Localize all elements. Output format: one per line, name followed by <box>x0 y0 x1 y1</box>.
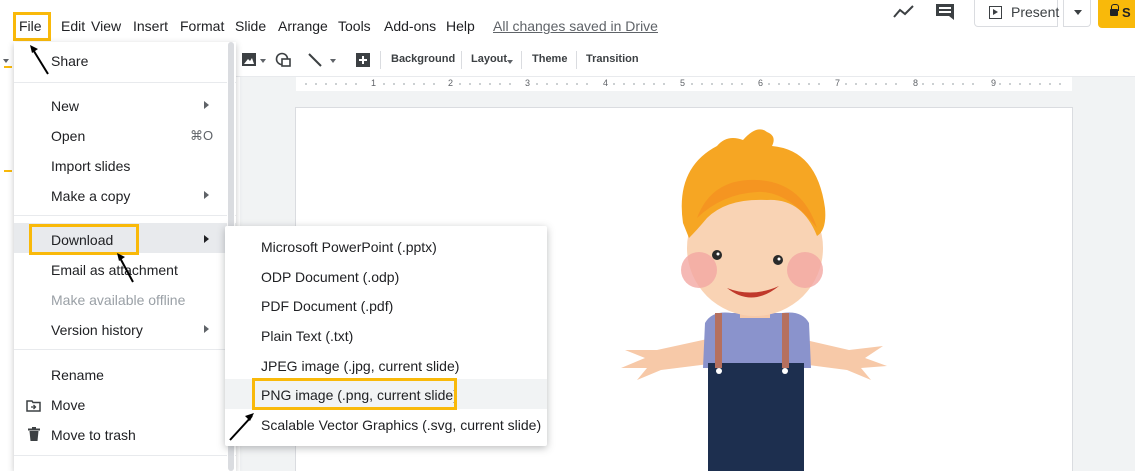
ruler-number: 6 <box>758 78 764 88</box>
ruler-number: 5 <box>680 78 686 88</box>
annotation-arrow-icon <box>30 45 49 75</box>
submenu-item-odp[interactable]: ODP Document (.odp) <box>261 269 399 285</box>
ruler-number: 2 <box>448 78 454 88</box>
saved-status-link[interactable]: All changes saved in Drive <box>493 18 658 34</box>
menu-separator <box>14 349 236 350</box>
submenu-item-txt[interactable]: Plain Text (.txt) <box>261 328 353 344</box>
menu-item-version-history[interactable]: Version history <box>51 322 143 338</box>
menu-item-new[interactable]: New <box>51 98 79 114</box>
submenu-arrow-icon <box>204 325 209 333</box>
menu-item-import-slides[interactable]: Import slides <box>51 158 130 174</box>
image-dropdown-icon[interactable] <box>260 59 266 63</box>
activity-trend-icon[interactable] <box>893 4 915 20</box>
line-dropdown-icon[interactable] <box>330 59 336 63</box>
menu-slide[interactable]: Slide <box>235 18 266 34</box>
layout-button[interactable]: Layout <box>471 53 507 65</box>
toolbar-separator <box>461 51 462 69</box>
comment-icon[interactable] <box>935 3 955 20</box>
line-icon[interactable] <box>307 52 323 68</box>
menu-item-make-offline: Make available offline <box>51 292 186 308</box>
menu-item-open[interactable]: Open <box>51 128 85 144</box>
ruler-number: 3 <box>525 78 531 88</box>
filmstrip-marker <box>4 66 12 68</box>
menu-separator <box>14 455 236 456</box>
menu-addons[interactable]: Add-ons <box>384 18 436 34</box>
menu-view[interactable]: View <box>91 18 121 34</box>
submenu-arrow-icon <box>204 101 209 109</box>
toolbar-separator <box>380 51 381 69</box>
menu-item-move[interactable]: Move <box>51 397 85 413</box>
shape-icon[interactable] <box>275 52 293 68</box>
menu-item-share[interactable]: Share <box>51 53 88 69</box>
submenu-arrow-icon <box>204 235 209 243</box>
menu-item-move-trash[interactable]: Move to trash <box>51 427 136 443</box>
ruler-number: 7 <box>835 78 841 88</box>
menu-arrange[interactable]: Arrange <box>278 18 328 34</box>
menu-separator <box>14 82 236 83</box>
submenu-item-svg[interactable]: Scalable Vector Graphics (.svg, current … <box>261 417 541 433</box>
move-folder-icon <box>26 400 41 412</box>
boy-illustration[interactable] <box>617 118 892 471</box>
menu-edit[interactable]: Edit <box>61 18 85 34</box>
toolbar-separator <box>521 51 522 69</box>
lock-icon <box>1110 4 1119 16</box>
toolbar-separator <box>576 51 577 69</box>
open-shortcut: ⌘O <box>190 128 214 143</box>
left-filmstrip-edge <box>0 42 15 471</box>
menu-insert[interactable]: Insert <box>133 18 168 34</box>
download-submenu: Microsoft PowerPoint (.pptx) ODP Documen… <box>225 226 547 446</box>
filmstrip-marker <box>4 170 12 172</box>
trash-icon <box>28 427 40 441</box>
submenu-item-pptx[interactable]: Microsoft PowerPoint (.pptx) <box>261 239 437 255</box>
file-menu-highlight-box <box>13 12 51 41</box>
menu-item-rename[interactable]: Rename <box>51 367 104 383</box>
menu-help[interactable]: Help <box>446 18 475 34</box>
ruler-number: 8 <box>913 78 919 88</box>
present-dropdown-button[interactable] <box>1063 0 1091 27</box>
ruler-number: 9 <box>991 78 997 88</box>
submenu-arrow-icon <box>204 191 209 199</box>
ruler-number: 1 <box>371 78 377 88</box>
annotation-arrow-icon <box>229 413 254 441</box>
annotation-arrow-icon <box>117 253 134 283</box>
submenu-item-pdf[interactable]: PDF Document (.pdf) <box>261 298 393 314</box>
png-highlight-box <box>252 378 457 410</box>
layout-dropdown-icon <box>507 60 513 64</box>
menu-format[interactable]: Format <box>180 18 224 34</box>
present-button[interactable]: Present <box>974 0 1060 27</box>
ruler-number: 4 <box>603 78 609 88</box>
submenu-item-jpg[interactable]: JPEG image (.jpg, current slide) <box>261 358 459 374</box>
present-icon <box>989 6 1002 19</box>
theme-button[interactable]: Theme <box>532 53 567 65</box>
present-label: Present <box>1011 4 1060 20</box>
transition-button[interactable]: Transition <box>586 53 639 65</box>
menu-tools[interactable]: Tools <box>338 18 371 34</box>
background-button[interactable]: Background <box>391 53 455 65</box>
menu-separator <box>14 215 236 216</box>
menu-item-make-copy[interactable]: Make a copy <box>51 188 130 204</box>
share-button[interactable]: S <box>1098 0 1135 28</box>
image-icon[interactable] <box>242 53 256 66</box>
share-label: S <box>1122 5 1131 20</box>
filmstrip-caret-icon <box>3 59 9 63</box>
menu-bar: File Edit View Insert Format Slide Arran… <box>0 0 1135 42</box>
horizontal-ruler: 1 2 3 4 5 6 7 8 9 <box>240 77 1135 91</box>
download-highlight-box <box>29 224 139 255</box>
add-comment-icon[interactable] <box>355 52 371 68</box>
